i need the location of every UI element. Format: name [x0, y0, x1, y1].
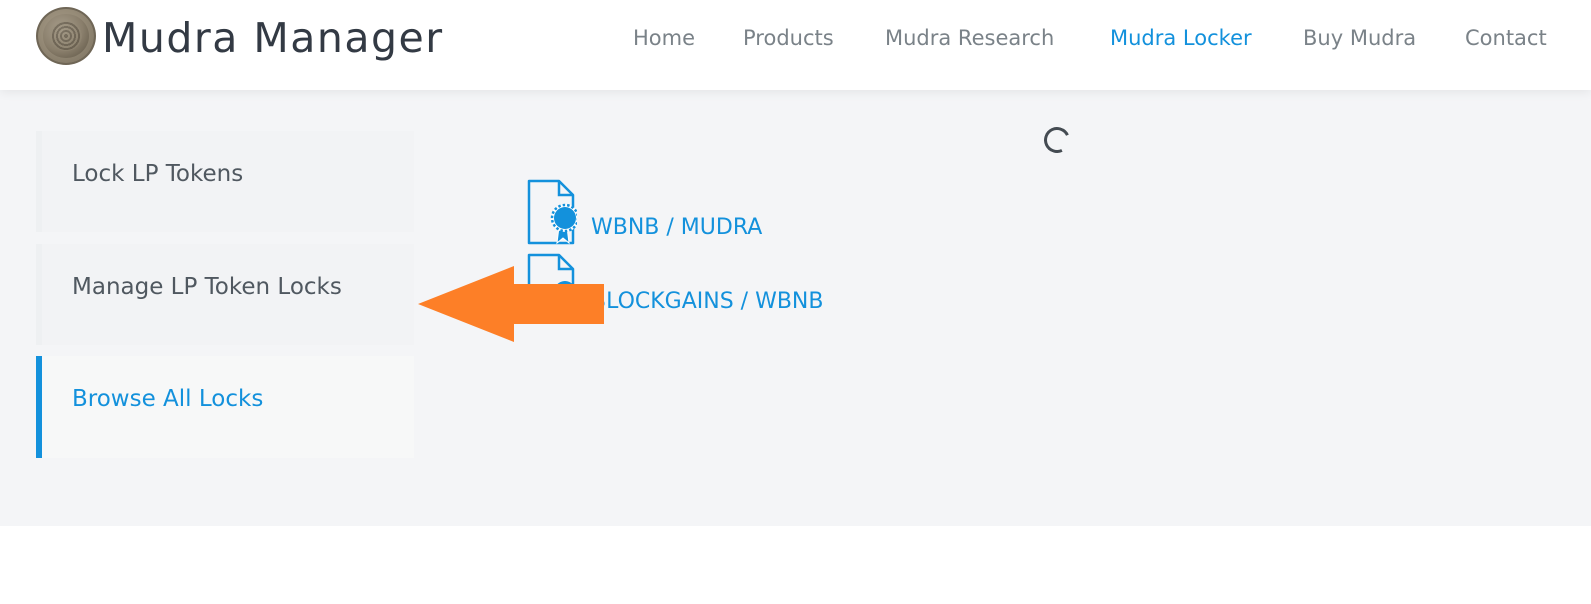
main-nav: Home Products Mudra Research Mudra Locke…: [0, 22, 1591, 54]
certificate-icon: [527, 179, 577, 245]
sidebar-item-lock-lp-tokens[interactable]: Lock LP Tokens: [36, 131, 414, 232]
sidebar-item-label: Manage LP Token Locks: [72, 274, 342, 300]
orange-annotation-arrow-icon: [418, 266, 604, 342]
sidebar-item-label: Browse All Locks: [72, 386, 264, 412]
nav-mudra-locker[interactable]: Mudra Locker: [1110, 22, 1252, 54]
lock-pair-link[interactable]: BLOCKGAINS / WBNB: [591, 289, 823, 314]
sidebar-item-label: Lock LP Tokens: [72, 161, 244, 187]
sidebar-item-browse-all-locks[interactable]: Browse All Locks: [36, 356, 414, 458]
lock-pair-link[interactable]: WBNB / MUDRA: [591, 215, 762, 240]
sidebar-item-manage-lp-token-locks[interactable]: Manage LP Token Locks: [36, 244, 414, 345]
nav-buy-mudra[interactable]: Buy Mudra: [1303, 22, 1416, 54]
nav-mudra-research[interactable]: Mudra Research: [885, 22, 1054, 54]
nav-contact[interactable]: Contact: [1465, 22, 1547, 54]
nav-products[interactable]: Products: [743, 22, 834, 54]
nav-home[interactable]: Home: [633, 22, 695, 54]
site-header: Mudra Manager Home Products Mudra Resear…: [0, 0, 1591, 90]
